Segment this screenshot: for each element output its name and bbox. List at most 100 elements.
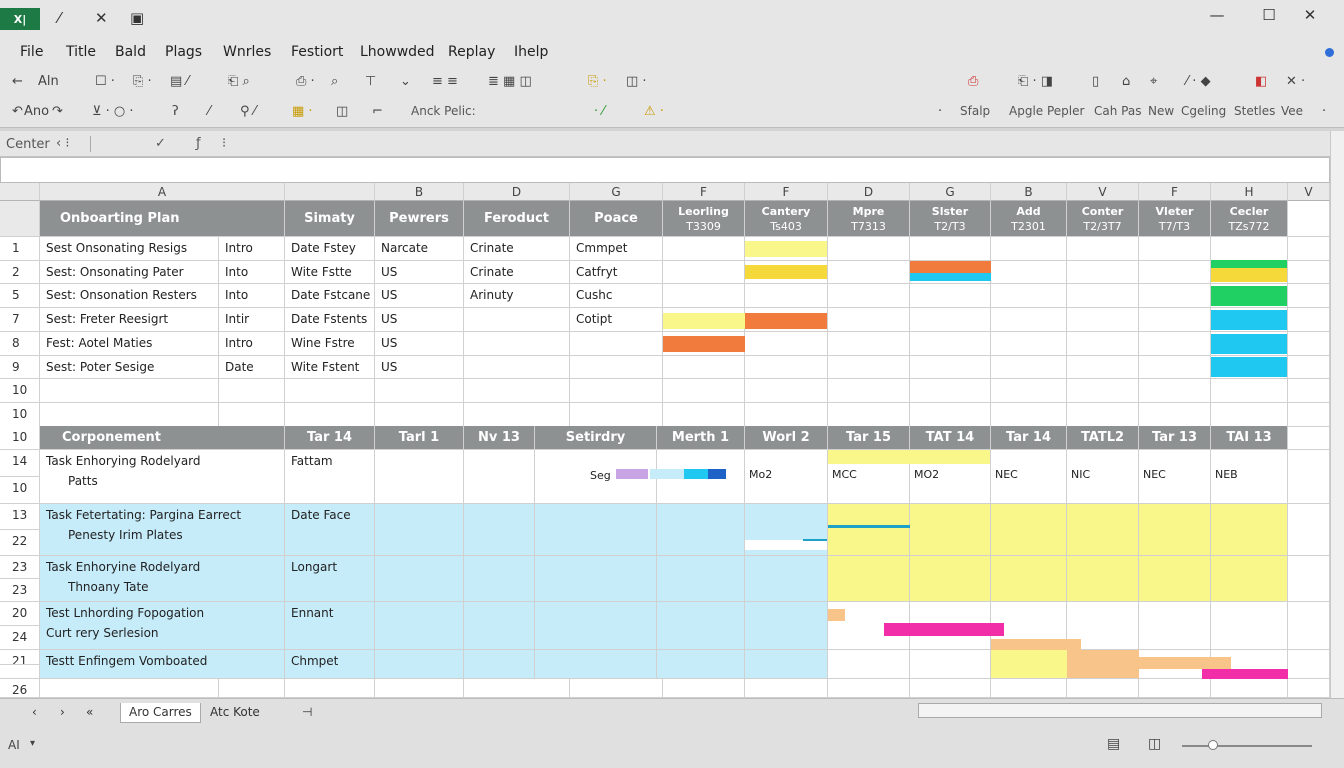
gantt-cell[interactable] [1139,284,1211,308]
chart-icon[interactable]: ◧ [1255,74,1267,90]
paste-icon[interactable]: ⎗ ⌕ [228,74,250,90]
empty-cell[interactable] [1288,504,1330,556]
column-header-4[interactable]: D [464,183,570,201]
row-number[interactable]: 23 [0,556,40,579]
gantt-cell[interactable] [663,284,745,308]
function-icon[interactable]: ƒ [196,136,201,151]
sheet-tab-aro-carres[interactable]: Aro Carres [120,703,201,723]
row-number[interactable]: 1 [0,237,40,261]
list-icon[interactable]: ▤ ⁄ [170,74,189,90]
timeline-cell[interactable] [535,556,657,602]
timeline-cell[interactable] [375,450,464,504]
timeline-cell[interactable] [464,556,535,602]
date-cell[interactable]: Date Fstcane [285,284,375,308]
gantt-cell[interactable] [1211,237,1288,261]
empty-cell[interactable] [570,379,663,403]
row-number[interactable]: 21 [0,650,40,665]
date-header[interactable]: Slster T2/T3 [910,201,991,237]
column-header-7[interactable]: F [745,183,828,201]
link-icon[interactable]: ⚲ ⁄ [240,104,256,120]
close-button[interactable]: ✕ [1295,6,1325,24]
empty-cell[interactable] [991,679,1067,698]
empty-cell[interactable] [828,679,910,698]
task-name-cell[interactable]: Fest: Aotel Maties [40,332,219,356]
gantt-cell[interactable] [1139,356,1211,379]
close-pane-icon[interactable]: ✕ · [1286,74,1305,90]
date-cell[interactable]: Wite Fstte [285,261,375,284]
empty-cell[interactable] [1288,602,1330,650]
column-header-6[interactable]: F [663,183,745,201]
warning-icon[interactable]: ⚠ · [644,104,664,120]
back-arrow-icon[interactable]: ← [12,74,23,90]
row-number[interactable]: 23 [0,579,40,602]
empty-cell[interactable] [1067,403,1139,427]
pencil-icon[interactable]: · ⁄ [594,104,604,120]
region-cell[interactable]: US [375,356,464,379]
gantt-cell[interactable] [828,284,910,308]
new-doc-icon[interactable]: ☐ · [95,74,115,90]
row-number[interactable]: 20 [0,602,40,626]
gantt-cell[interactable] [1139,237,1211,261]
owner-cell[interactable]: Ennant [285,602,375,650]
empty-cell[interactable] [285,379,375,403]
ribbon-label-aln[interactable]: Aln [38,74,59,90]
date-header[interactable]: Cecler TZs772 [1211,201,1288,237]
normal-view-icon[interactable]: ▤ [1107,736,1120,752]
menu-plags[interactable]: Plags [165,44,202,60]
gantt-cell[interactable] [991,332,1067,356]
timeline-cell[interactable] [745,650,828,679]
tag-icon[interactable]: ⌖ [1150,74,1157,90]
gantt-cell[interactable] [663,356,745,379]
ribbon-label-sfalp[interactable]: Sfalp [960,104,990,118]
component-task-cell[interactable]: Task Enhoryine Rodelyard Thnoany Tate [40,556,285,602]
empty-cell[interactable] [828,379,910,403]
empty-cell[interactable] [1211,403,1288,427]
formula-input[interactable] [0,157,1330,183]
owner-cell[interactable]: Chmpet [285,650,375,679]
empty-cell[interactable] [219,379,285,403]
table-icon[interactable]: ▦ · [292,104,313,120]
highlight-icon[interactable]: ⎘ · [588,74,607,90]
empty-cell[interactable] [1139,403,1211,427]
product-cell[interactable] [464,356,570,379]
timeline-cell[interactable] [991,504,1067,556]
row-number[interactable]: 24 [0,626,40,650]
empty-cell[interactable] [464,679,570,698]
row-number[interactable]: 2 [0,261,40,284]
empty-cell[interactable] [663,403,745,427]
empty-cell[interactable] [1288,426,1330,450]
column-header-1[interactable]: A [40,183,285,201]
sparkle-icon[interactable]: ✕ [95,9,108,27]
gantt-cell[interactable] [910,356,991,379]
timeline-cell[interactable] [1067,504,1139,556]
gantt-cell[interactable] [991,284,1067,308]
gantt-cell[interactable] [1288,284,1330,308]
sheet-icon[interactable]: ▣ [130,9,144,27]
timeline-cell[interactable] [910,504,991,556]
date-header[interactable]: Mpre T7313 [828,201,910,237]
timeline-cell[interactable] [1139,602,1211,650]
gantt-cell[interactable] [1288,237,1330,261]
maximize-button[interactable]: ☐ [1254,6,1284,24]
zoom-slider-track[interactable] [1182,745,1312,747]
timeline-cell[interactable] [375,602,464,650]
gantt-cell[interactable] [663,261,745,284]
gantt-cell[interactable] [828,261,910,284]
row-number[interactable]: 14 [0,450,40,477]
copy-icon[interactable]: ⎘ · [133,74,152,90]
row-number[interactable]: 9 [0,356,40,379]
date-header[interactable]: Leorling T3309 [663,201,745,237]
sheet-nav-next[interactable]: › [52,703,73,723]
timeline-cell[interactable] [375,504,464,556]
zoom-slider-thumb[interactable] [1208,740,1218,750]
expand-icon[interactable]: ⁝ [222,136,226,151]
timeline-cell[interactable] [464,650,535,679]
empty-cell[interactable] [1211,379,1288,403]
gantt-cell[interactable] [1067,237,1139,261]
gantt-cell[interactable] [1067,332,1139,356]
table2-header-cell[interactable]: Nv 13 [464,426,535,450]
empty-cell[interactable] [464,379,570,403]
format-icon[interactable]: ⎙ · [296,74,315,90]
timeline-cell[interactable] [375,556,464,602]
timeline-cell[interactable] [1211,556,1288,602]
